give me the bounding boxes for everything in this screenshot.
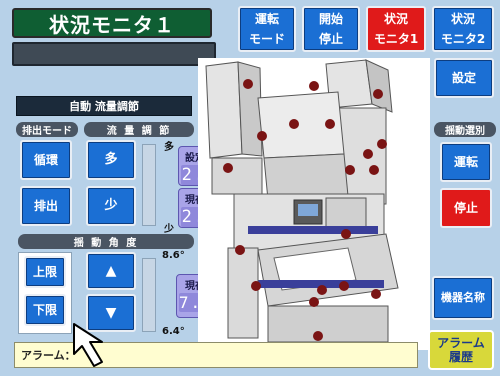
status-monitor-2-label-2: モニタ2 [440,32,486,46]
flow-more-button[interactable]: 多 [86,140,136,180]
status-monitor-2-button[interactable]: 状況モニタ2 [432,6,494,52]
operation-mode-button[interactable]: 運転 モード [238,6,296,52]
operation-mode-label-2: モード [248,32,285,46]
discharge-button[interactable]: 排出 [20,186,72,226]
auto-flow-mode-label: 自動 流量調節 [16,96,192,116]
flow-less-button[interactable]: 少 [86,186,136,226]
swing-angle-bar [142,258,156,332]
status-monitor-1-button[interactable]: 状況モニタ1 [366,6,426,52]
alarm-history-label-1: アラーム [437,335,485,350]
alarm-history-button[interactable]: アラーム 履歴 [428,330,494,370]
operation-mode-label-1: 運転 [254,11,279,26]
angle-scale-bottom-label: 6.4° [162,326,185,337]
circulate-button[interactable]: 循環 [20,140,72,180]
down-arrow-icon: ▼ [105,304,117,321]
mouse-cursor-icon [70,320,114,370]
swing-angle-header: 揺 動 角 度 [18,234,194,249]
sorter-machine-diagram [198,58,430,350]
page-title: 状況モニタ１ [12,8,212,38]
status-monitor-1-label-1: 状況 [383,11,408,26]
swing-stop-button[interactable]: 停止 [440,188,492,228]
start-stop-button[interactable]: 開始 停止 [302,6,360,52]
upper-limit-button[interactable]: 上限 [24,256,66,288]
start-stop-label-2: 停止 [318,32,343,46]
swing-select-header: 揺動選別 [434,122,496,137]
angle-up-button[interactable]: ▲ [86,252,136,290]
status-monitor-1-label-2: モニタ1 [373,32,419,46]
angle-scale-top-label: 8.6° [162,250,185,261]
message-strip [12,42,216,66]
status-monitor-screen: 状況モニタ１ 運転 モード 開始 停止 状況 モニタ1 状況 モニタ2 設定 自動 流量… [0,0,500,376]
flow-adjust-header: 流 量 調 節 [84,122,194,137]
start-stop-label-1: 開始 [318,11,343,26]
device-name-button[interactable]: 機器名称 [432,276,494,320]
lower-limit-button[interactable]: 下限 [24,294,66,326]
discharge-mode-header: 排出モード [16,122,78,137]
flow-scale-bottom-label: 少 [164,224,174,235]
alarm-label: アラーム： [21,349,76,362]
flow-level-bar [142,144,156,226]
settings-button[interactable]: 設定 [434,58,494,98]
alarm-history-label-2: 履歴 [448,350,473,364]
flow-scale-top-label: 多 [164,142,174,153]
up-arrow-icon: ▲ [105,262,117,279]
status-monitor-2-label-1: 状況 [450,11,475,26]
machine-illustration [198,58,430,350]
swing-run-button[interactable]: 運転 [440,142,492,182]
